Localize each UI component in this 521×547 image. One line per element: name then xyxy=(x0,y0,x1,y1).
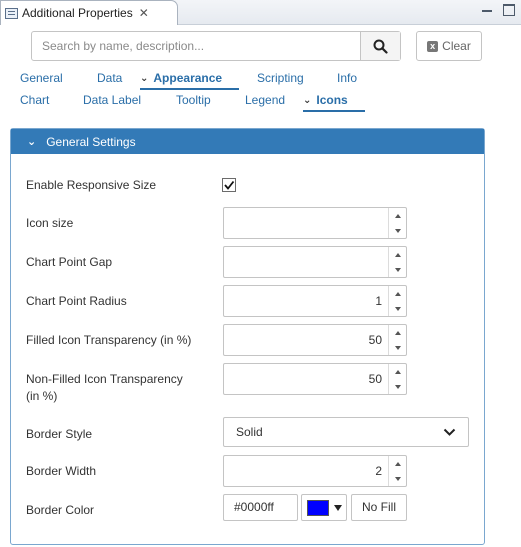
point-gap-value[interactable] xyxy=(224,247,388,277)
chevron-down-icon: ⌄ xyxy=(140,73,149,84)
clear-button[interactable]: x Clear xyxy=(416,31,482,61)
spin-up-icon[interactable] xyxy=(389,286,406,301)
nonfilled-transparency-label-line1: Non-Filled Icon Transparency xyxy=(26,372,183,386)
search-box xyxy=(31,31,401,61)
spin-down-icon[interactable] xyxy=(389,471,406,486)
caret-down-icon xyxy=(334,504,342,511)
spin-up-icon[interactable] xyxy=(389,456,406,471)
filled-transparency-value[interactable]: 50 xyxy=(224,325,388,355)
no-fill-button[interactable]: No Fill xyxy=(351,494,407,521)
point-gap-label: Chart Point Gap xyxy=(26,255,113,269)
point-radius-spinner[interactable]: 1 xyxy=(223,285,407,317)
filled-transparency-spinner[interactable]: 50 xyxy=(223,324,407,356)
icon-size-value[interactable] xyxy=(224,208,388,238)
border-width-value[interactable]: 2 xyxy=(224,456,388,486)
filled-transparency-label: Filled Icon Transparency (in %) xyxy=(26,333,192,347)
spin-down-icon[interactable] xyxy=(389,340,406,355)
border-style-label: Border Style xyxy=(26,427,93,441)
tab-data-label[interactable]: Data Label xyxy=(83,93,141,107)
point-radius-value[interactable]: 1 xyxy=(224,286,388,316)
tab-data[interactable]: Data xyxy=(97,71,122,85)
responsive-size-checkbox[interactable] xyxy=(222,178,236,192)
tab-info[interactable]: Info xyxy=(337,71,357,85)
spin-down-icon[interactable] xyxy=(389,301,406,316)
point-radius-label: Chart Point Radius xyxy=(26,294,127,308)
spin-up-icon[interactable] xyxy=(389,364,406,379)
view-tab-title: Additional Properties xyxy=(22,6,133,20)
responsive-size-label: Enable Responsive Size xyxy=(26,178,157,192)
chevron-down-icon: ⌄ xyxy=(303,95,312,106)
view-tab-bar: Additional Properties ✕ xyxy=(0,0,521,25)
spin-down-icon[interactable] xyxy=(389,223,406,238)
tab-legend[interactable]: Legend xyxy=(245,93,285,107)
tab-appearance[interactable]: ⌄ Appearance xyxy=(140,71,239,90)
maximize-icon[interactable] xyxy=(503,4,515,16)
nonfilled-transparency-label-line2: (in %) xyxy=(26,389,58,403)
search-icon xyxy=(373,39,388,54)
search-input[interactable] xyxy=(32,32,360,60)
point-gap-spinner[interactable] xyxy=(223,246,407,278)
group-title: General Settings xyxy=(46,134,136,149)
tab-icons[interactable]: ⌄ Icons xyxy=(303,93,365,112)
border-color-input[interactable]: #0000ff xyxy=(223,494,298,521)
tab-scripting[interactable]: Scripting xyxy=(257,71,304,85)
spin-down-icon[interactable] xyxy=(389,262,406,277)
chevron-down-icon xyxy=(443,428,456,436)
clear-button-label: Clear xyxy=(442,39,471,53)
icon-size-label: Icon size xyxy=(26,216,74,230)
view-tab-additional-properties[interactable]: Additional Properties ✕ xyxy=(0,0,178,25)
spin-up-icon[interactable] xyxy=(389,325,406,340)
close-icon[interactable]: ✕ xyxy=(139,6,149,20)
spin-up-icon[interactable] xyxy=(389,208,406,223)
border-width-label: Border Width xyxy=(26,464,97,478)
properties-icon xyxy=(5,7,18,19)
tab-appearance-label: Appearance xyxy=(153,71,223,85)
icon-size-spinner[interactable] xyxy=(223,207,407,239)
nonfilled-transparency-value[interactable]: 50 xyxy=(224,364,388,394)
tab-chart[interactable]: Chart xyxy=(20,93,49,107)
color-swatch xyxy=(307,499,329,516)
tab-tooltip[interactable]: Tooltip xyxy=(176,93,211,107)
tab-icons-label: Icons xyxy=(316,93,348,107)
general-settings-header[interactable]: ⌄ General Settings xyxy=(11,129,484,154)
chevron-down-icon: ⌄ xyxy=(27,136,37,148)
border-width-spinner[interactable]: 2 xyxy=(223,455,407,487)
search-button[interactable] xyxy=(360,32,400,60)
minimize-icon[interactable] xyxy=(481,4,493,16)
tab-general[interactable]: General xyxy=(20,71,63,85)
nonfilled-transparency-spinner[interactable]: 50 xyxy=(223,363,407,395)
border-style-select[interactable]: Solid xyxy=(223,417,469,447)
border-color-picker[interactable] xyxy=(301,494,347,521)
clear-icon: x xyxy=(427,40,439,52)
border-color-label: Border Color xyxy=(26,503,95,517)
border-style-value: Solid xyxy=(236,425,263,439)
spin-up-icon[interactable] xyxy=(389,247,406,262)
checkmark-icon xyxy=(224,180,235,190)
spin-down-icon[interactable] xyxy=(389,379,406,394)
